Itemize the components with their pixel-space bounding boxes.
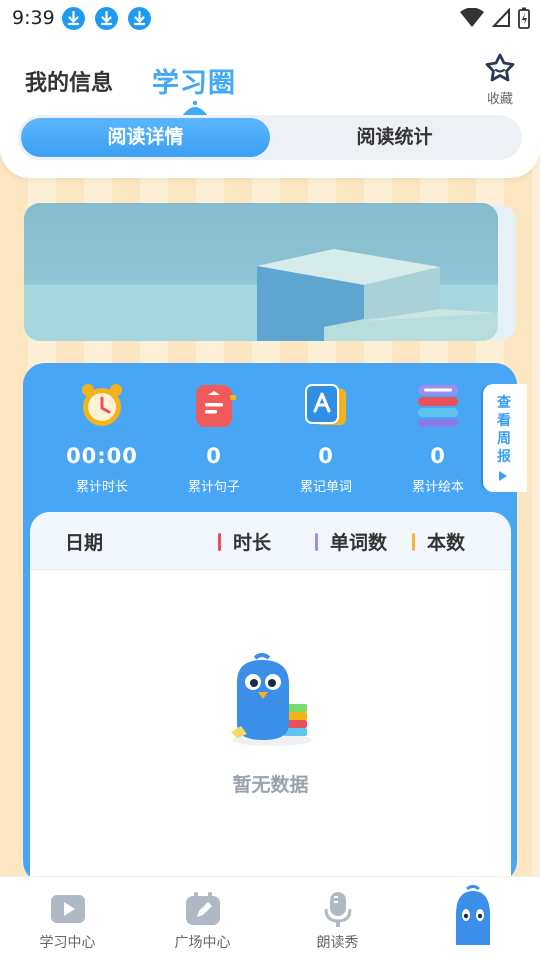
bottom-nav: 学习中心 广场中心 朗读秀 [0, 876, 540, 960]
stat-value: 0 [430, 444, 446, 468]
microphone-icon [324, 892, 351, 927]
nav-study-center[interactable]: 学习中心 [0, 877, 135, 960]
nav-square-center[interactable]: 广场中心 [135, 877, 270, 960]
alarm-clock-icon [82, 384, 122, 426]
tab-bird-indicator-icon [182, 100, 208, 116]
col-duration: 时长 [233, 532, 272, 554]
stat-label: 累计句子 [187, 480, 240, 495]
stat-value: 0 [206, 444, 222, 468]
col-words: 单词数 [330, 532, 388, 554]
empty-bird-illustration [231, 653, 312, 746]
col-words-wrap: 单词数 [315, 528, 387, 555]
col-books: 本数 [427, 532, 466, 554]
stat-label: 累计时长 [75, 480, 128, 495]
status-time: 9:39 [12, 7, 55, 29]
nav-label: 广场中心 [174, 935, 231, 951]
banner-image[interactable] [24, 203, 498, 341]
stat-total-time: 00:00 累计时长 [47, 381, 157, 495]
column-marker [315, 533, 318, 551]
nav-reading-show[interactable]: 朗读秀 [270, 877, 405, 960]
download-icon [128, 7, 151, 30]
stat-value: 00:00 [66, 444, 138, 468]
weekly-report-label: 查看周报 [497, 395, 511, 465]
weekly-report-button[interactable]: 查看周报 [483, 384, 527, 492]
table-header: 日期 时长 单词数 本数 [30, 512, 511, 570]
records-table: 日期 时长 单词数 本数 暂无数据 [30, 512, 511, 892]
status-bar: 9:39 [0, 0, 540, 38]
col-duration-wrap: 时长 [218, 528, 271, 555]
stat-total-sentences: 0 累计句子 [159, 381, 269, 495]
segment-reading-stats[interactable]: 阅读统计 [270, 118, 519, 157]
nav-profile-mascot[interactable] [405, 877, 540, 960]
column-marker [218, 533, 221, 551]
col-date: 日期 [65, 532, 104, 554]
star-icon [485, 53, 515, 82]
nav-label: 学习中心 [39, 935, 96, 951]
empty-state-text: 暂无数据 [232, 774, 309, 796]
tab-study-circle[interactable]: 学习圈 [152, 61, 236, 100]
video-play-icon [50, 895, 85, 923]
signal-icon [492, 8, 510, 27]
download-icon [95, 7, 118, 30]
nav-label: 朗读秀 [316, 935, 359, 951]
segment-control: 阅读详情 阅读统计 [18, 115, 522, 160]
stat-value: 0 [318, 444, 334, 468]
stat-total-picturebooks: 0 累计绘本 [383, 381, 493, 495]
pencil-icon [185, 892, 220, 925]
word-card-icon [305, 384, 346, 425]
book-stack-icon [418, 385, 458, 427]
sentence-card-icon [196, 385, 236, 427]
column-marker [412, 533, 415, 551]
wifi-icon [460, 8, 484, 27]
stat-label: 累记单词 [299, 480, 352, 495]
stat-label: 累计绘本 [411, 480, 464, 495]
favorite-label: 收藏 [486, 92, 513, 107]
favorite-button[interactable]: 收藏 [478, 52, 522, 107]
play-icon [499, 471, 507, 481]
battery-icon [518, 7, 530, 29]
download-icon [62, 7, 85, 30]
segment-reading-details[interactable]: 阅读详情 [21, 118, 270, 157]
tab-my-info[interactable]: 我的信息 [25, 65, 113, 97]
bird-mascot-icon [455, 885, 490, 945]
header-card: 我的信息 学习圈 收藏 阅读详情 阅读统计 [0, 38, 540, 178]
col-books-wrap: 本数 [412, 528, 465, 555]
stat-total-words: 0 累记单词 [271, 381, 381, 495]
